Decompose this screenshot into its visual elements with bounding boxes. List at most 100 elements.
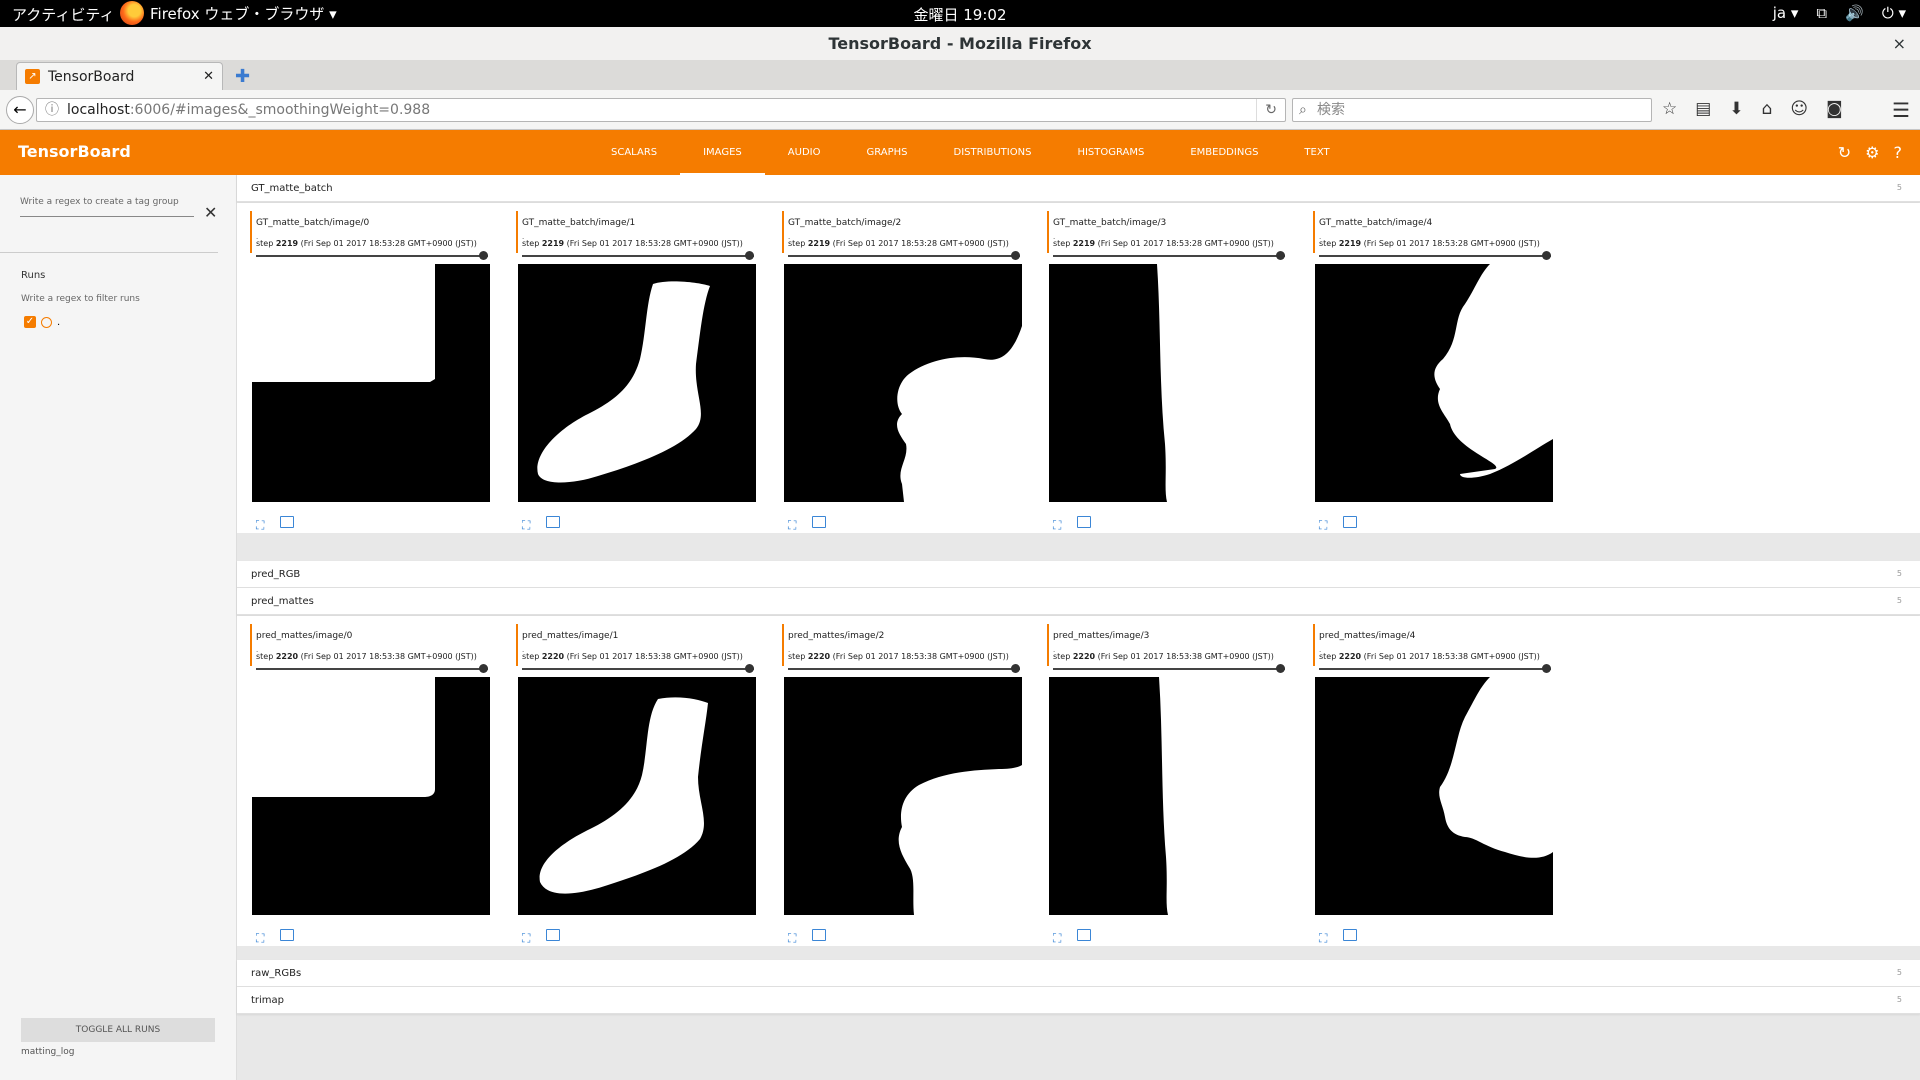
expand-icon[interactable]: ⛶ — [1319, 931, 1327, 946]
bookmark-star-icon[interactable]: ☆ — [1662, 99, 1677, 119]
expand-icon[interactable]: ⛶ — [256, 931, 264, 946]
tab-distributions[interactable]: DISTRIBUTIONS — [931, 130, 1055, 175]
language-indicator[interactable]: ja ▾ — [1773, 4, 1799, 22]
category-header-trimap[interactable]: trimap 5 — [237, 987, 1920, 1014]
step-slider[interactable] — [256, 668, 488, 670]
image-card: GT_matte_batch/image/1. step 2219 (Fri Se… — [516, 211, 757, 541]
step-time: (Fri Sep 01 2017 18:53:38 GMT+0900 (JST)… — [1363, 652, 1540, 661]
back-arrow-icon: ← — [13, 100, 27, 119]
tab-graphs[interactable]: GRAPHS — [843, 130, 930, 175]
runs-heading: Runs — [21, 270, 46, 281]
image-card-title: pred_mattes/image/0 — [256, 631, 353, 641]
card-accent — [1047, 211, 1049, 253]
step-slider[interactable] — [1053, 255, 1285, 257]
network-icon[interactable]: ⧉ — [1816, 4, 1827, 22]
url-bar[interactable]: ⓘ localhost:6006/#images&_smoothingWeigh… — [36, 98, 1286, 122]
settings-icon[interactable]: ⚙ — [1865, 143, 1879, 162]
run-item[interactable]: ✓ . — [24, 316, 60, 328]
step-slider[interactable] — [788, 255, 1020, 257]
step-value: 2219 — [1072, 239, 1096, 248]
expand-icon[interactable]: ⛶ — [1053, 518, 1061, 533]
clock[interactable]: 金曜日 19:02 — [0, 4, 1920, 25]
step-slider-knob[interactable] — [1542, 251, 1551, 260]
step-label: step — [1053, 652, 1071, 661]
card-accent — [782, 211, 784, 253]
expand-icon[interactable]: ⛶ — [522, 931, 530, 946]
step-slider-knob[interactable] — [745, 664, 754, 673]
card-accent — [782, 624, 784, 666]
tab-scalars[interactable]: SCALARS — [588, 130, 680, 175]
window-close-button[interactable]: × — [1893, 27, 1906, 60]
actual-size-icon[interactable] — [1343, 516, 1357, 528]
expand-icon[interactable]: ⛶ — [522, 518, 530, 533]
step-slider[interactable] — [788, 668, 1020, 670]
actual-size-icon[interactable] — [1077, 516, 1091, 528]
downloads-icon[interactable]: ⬇ — [1729, 99, 1743, 119]
category-header-pred-mattes[interactable]: pred_mattes 5 — [237, 588, 1920, 615]
step-info: step 2219 (Fri Sep 01 2017 18:53:28 GMT+… — [1319, 239, 1540, 248]
actual-size-icon[interactable] — [812, 516, 826, 528]
expand-icon[interactable]: ⛶ — [1319, 518, 1327, 533]
actual-size-icon[interactable] — [812, 929, 826, 941]
card-accent — [1313, 211, 1315, 253]
reload-icon[interactable]: ↻ — [1256, 99, 1277, 121]
expand-icon[interactable]: ⛶ — [788, 931, 796, 946]
browser-tab[interactable]: ↗ TensorBoard ✕ — [16, 62, 223, 90]
expand-icon[interactable]: ⛶ — [256, 518, 264, 533]
step-slider-knob[interactable] — [1011, 664, 1020, 673]
reading-list-icon[interactable]: ▤ — [1695, 99, 1711, 119]
chat-icon[interactable]: ☺ — [1790, 99, 1808, 119]
home-icon[interactable]: ⌂ — [1762, 99, 1773, 119]
help-icon[interactable]: ? — [1894, 143, 1903, 162]
actual-size-icon[interactable] — [280, 929, 294, 941]
tag-group-regex-input[interactable]: Write a regex to create a tag group — [20, 197, 194, 217]
expand-icon[interactable]: ⛶ — [1053, 931, 1061, 946]
tab-text[interactable]: TEXT — [1281, 130, 1352, 175]
step-slider[interactable] — [522, 668, 754, 670]
step-slider-knob[interactable] — [1276, 251, 1285, 260]
expand-icon[interactable]: ⛶ — [788, 518, 796, 533]
runs-filter-input[interactable]: Write a regex to filter runs — [21, 294, 140, 304]
new-tab-button[interactable]: ✚ — [235, 66, 250, 87]
step-slider-knob[interactable] — [1011, 251, 1020, 260]
step-time: (Fri Sep 01 2017 18:53:28 GMT+0900 (JST)… — [1363, 239, 1540, 248]
search-input[interactable]: ⌕ 検索 — [1292, 98, 1652, 122]
step-slider[interactable] — [522, 255, 754, 257]
volume-icon[interactable]: 🔊 — [1845, 4, 1864, 22]
step-slider[interactable] — [256, 255, 488, 257]
step-slider[interactable] — [1319, 668, 1551, 670]
tab-embeddings[interactable]: EMBEDDINGS — [1167, 130, 1281, 175]
step-slider[interactable] — [1319, 255, 1551, 257]
pocket-icon[interactable]: ◙ — [1826, 99, 1843, 119]
step-slider[interactable] — [1053, 668, 1285, 670]
card-accent — [1047, 624, 1049, 666]
step-slider-knob[interactable] — [479, 251, 488, 260]
actual-size-icon[interactable] — [546, 516, 560, 528]
category-header-gt-matte-batch[interactable]: GT_matte_batch 5 — [237, 175, 1920, 202]
image-card-title: GT_matte_batch/image/2 — [788, 218, 902, 228]
actual-size-icon[interactable] — [280, 516, 294, 528]
step-slider-knob[interactable] — [745, 251, 754, 260]
step-slider-knob[interactable] — [1276, 664, 1285, 673]
actual-size-icon[interactable] — [1343, 929, 1357, 941]
site-info-icon[interactable]: ⓘ — [45, 99, 59, 121]
tab-close-icon[interactable]: ✕ — [203, 69, 214, 84]
back-button[interactable]: ← — [6, 96, 34, 124]
category-header-raw-rgbs[interactable]: raw_RGBs 5 — [237, 960, 1920, 987]
category-header-pred-rgb[interactable]: pred_RGB 5 — [237, 561, 1920, 588]
step-slider-knob[interactable] — [479, 664, 488, 673]
tab-images[interactable]: IMAGES — [680, 130, 765, 175]
tab-histograms[interactable]: HISTOGRAMS — [1054, 130, 1167, 175]
actual-size-icon[interactable] — [546, 929, 560, 941]
toggle-all-runs-button[interactable]: TOGGLE ALL RUNS — [21, 1018, 215, 1042]
actual-size-icon[interactable] — [1077, 929, 1091, 941]
refresh-icon[interactable]: ↻ — [1838, 143, 1851, 162]
matte-image — [784, 264, 1022, 502]
menu-icon[interactable]: ☰ — [1892, 98, 1910, 122]
power-icon[interactable]: ⏻ ▾ — [1882, 4, 1906, 22]
step-slider-knob[interactable] — [1542, 664, 1551, 673]
clear-regex-icon[interactable]: ✕ — [204, 203, 217, 222]
category-count: 5 — [1896, 183, 1902, 192]
run-checkbox[interactable]: ✓ — [24, 316, 36, 328]
tab-audio[interactable]: AUDIO — [765, 130, 844, 175]
